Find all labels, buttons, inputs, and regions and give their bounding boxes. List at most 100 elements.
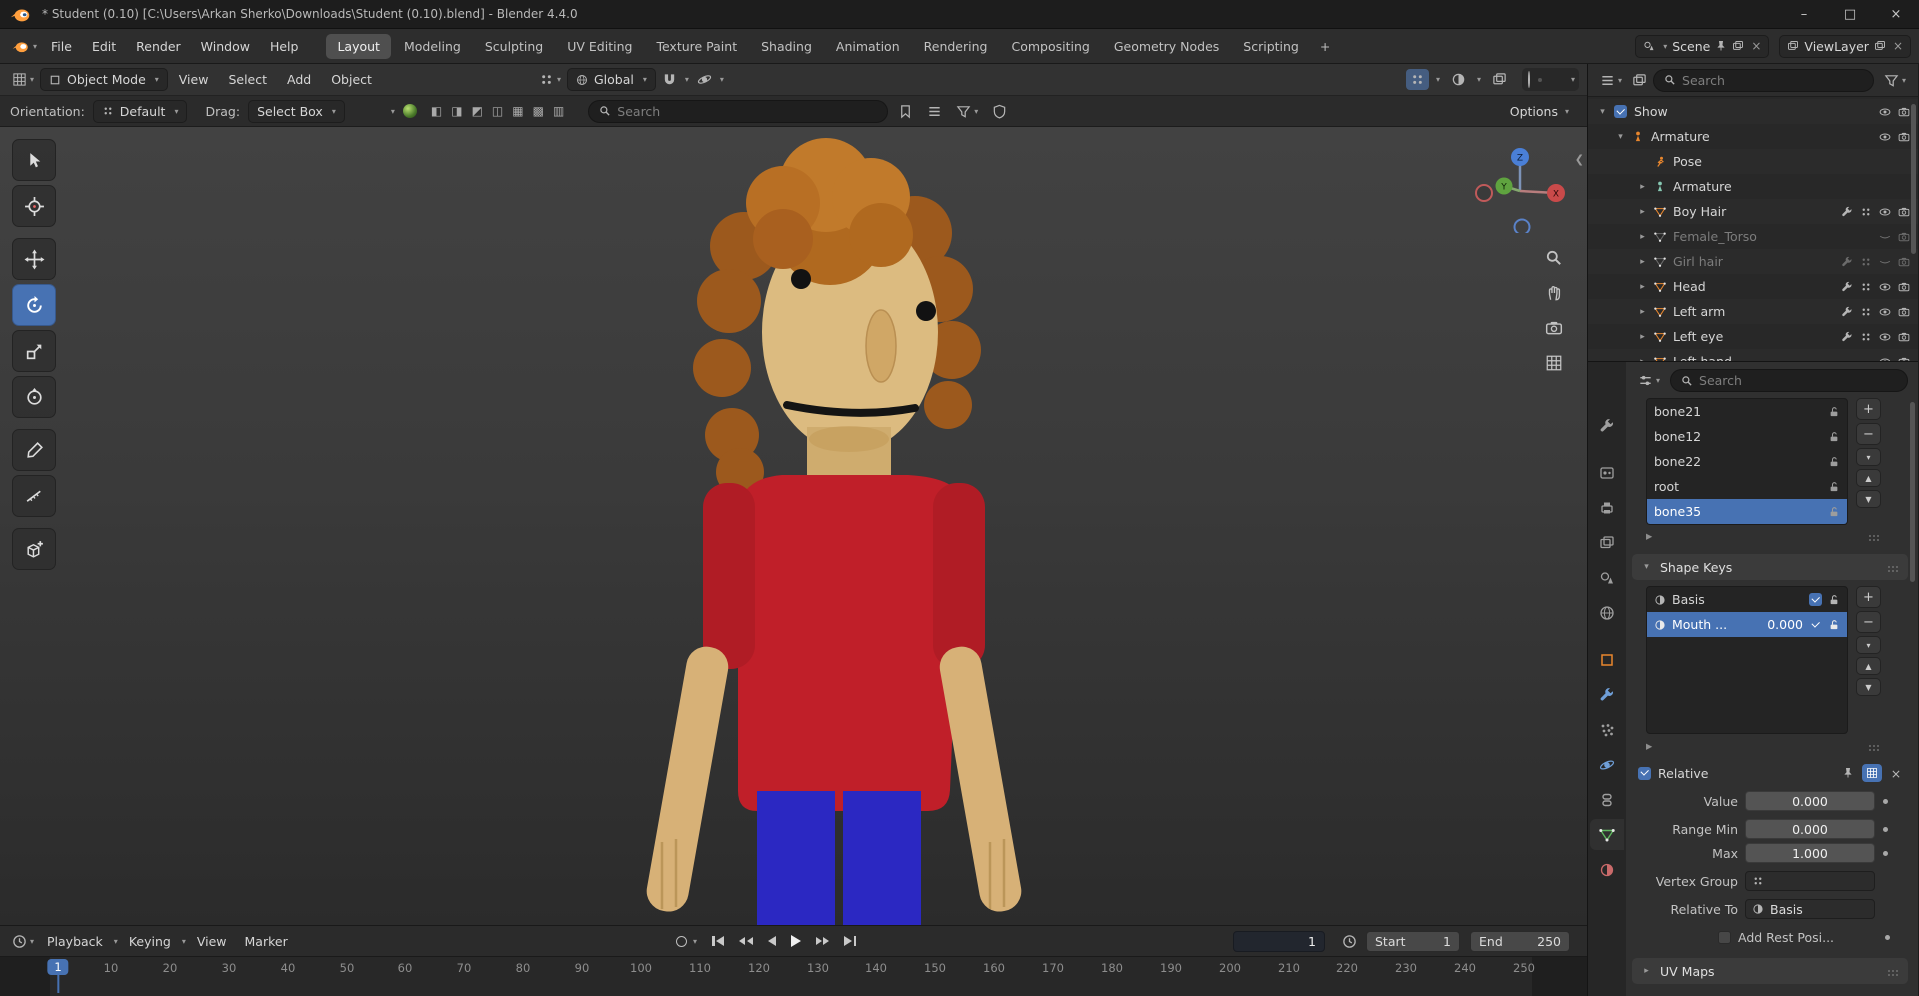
eye-icon[interactable] [1879, 281, 1891, 293]
outliner-row-show[interactable]: ▾ Show [1588, 99, 1918, 124]
vertex-group-field[interactable] [1745, 871, 1875, 891]
pan-hand-icon[interactable] [1545, 284, 1563, 302]
outliner-row-pose[interactable]: Pose [1588, 149, 1918, 174]
vertex-group-row[interactable]: bone21 [1647, 399, 1847, 424]
prev-keyframe-button[interactable] [739, 937, 753, 945]
shape-keys-panel-header[interactable]: ▾ Shape Keys [1632, 554, 1908, 580]
auto-keyframe-toggle[interactable]: ▾ [676, 936, 697, 947]
shape-key-mute-checkbox[interactable] [1809, 593, 1822, 606]
outliner-row-head[interactable]: ▸ Head [1588, 274, 1918, 299]
shapekey-edit-mode-button[interactable] [1862, 764, 1882, 782]
show-only-shapekeys-button[interactable] [1838, 764, 1858, 782]
item-label[interactable]: Female_Torso [1673, 229, 1757, 244]
play-button[interactable] [791, 935, 801, 947]
vertex-group-row[interactable]: bone12 [1647, 424, 1847, 449]
tab-view-layer[interactable] [1590, 527, 1624, 558]
camera-icon[interactable] [1898, 206, 1910, 218]
properties-editor-button[interactable]: ▾ [1634, 370, 1664, 391]
lock-icon[interactable] [1828, 481, 1840, 493]
relative-checkbox[interactable] [1638, 767, 1651, 780]
character-model[interactable] [0, 127, 1587, 925]
search-input[interactable] [617, 104, 877, 119]
next-keyframe-button[interactable] [816, 937, 830, 945]
expand-icon[interactable]: ▸ [1636, 307, 1649, 317]
menu-marker[interactable]: Marker [236, 930, 297, 953]
properties-search-input[interactable] [1699, 373, 1897, 388]
max-field[interactable]: 1.000 [1745, 843, 1875, 863]
outliner-row-armature-data[interactable]: ▸ Armature [1588, 174, 1918, 199]
proportional-options-chevron[interactable]: ▾ [720, 75, 724, 84]
relative-to-field[interactable]: Basis [1745, 899, 1875, 919]
expand-icon[interactable]: ▸ [1636, 357, 1649, 362]
shape-key-row[interactable]: Basis [1647, 587, 1847, 612]
tab-render[interactable] [1590, 457, 1624, 488]
jump-to-start-button[interactable] [712, 936, 724, 946]
tool-rotate[interactable] [12, 284, 56, 326]
menu-select[interactable]: Select [219, 68, 276, 91]
mesh-data-icon[interactable] [1860, 331, 1872, 343]
select-mode-icon[interactable]: ▦ [512, 104, 523, 118]
shape-key-name[interactable]: Mouth ... [1672, 617, 1727, 632]
xray-toggle-button[interactable] [1488, 69, 1511, 90]
remove-viewlayer-icon[interactable]: × [1893, 39, 1903, 53]
sidebar-collapse-chevron[interactable]: ❮ [1575, 153, 1584, 166]
vg-name[interactable]: bone12 [1654, 429, 1701, 444]
lock-icon[interactable] [1828, 406, 1840, 418]
vertex-group-row[interactable]: bone22 [1647, 449, 1847, 474]
tab-texture-paint[interactable]: Texture Paint [645, 34, 748, 59]
tool-add-cube[interactable] [12, 528, 56, 570]
uv-maps-panel-header[interactable]: ▸ UV Maps [1632, 958, 1908, 984]
resize-grip[interactable] [1869, 535, 1871, 537]
range-min-field[interactable]: 0.000 [1745, 819, 1875, 839]
mesh-data-icon[interactable] [1860, 256, 1872, 268]
navigation-gizmo[interactable]: Y X Z [1474, 141, 1566, 233]
eye-icon[interactable] [1879, 331, 1891, 343]
shield-button[interactable] [988, 101, 1011, 122]
filter-button[interactable]: ▾ [952, 101, 982, 122]
add-rest-checkbox[interactable] [1718, 931, 1731, 944]
close-button[interactable]: × [1873, 0, 1919, 28]
timeline-ruler[interactable]: 1 10 20 30 40 50 60 70 80 90 100 110 120… [0, 956, 1587, 996]
tab-modifiers[interactable] [1590, 679, 1624, 710]
item-label[interactable]: Armature [1651, 129, 1710, 144]
tab-world[interactable] [1590, 597, 1624, 628]
bookmark-button[interactable] [894, 101, 917, 122]
menu-playback[interactable]: Playback [38, 930, 112, 953]
item-label[interactable]: Boy Hair [1673, 204, 1726, 219]
menu-help[interactable]: Help [260, 35, 309, 58]
lock-icon[interactable] [1828, 594, 1840, 606]
drag-mode-dropdown[interactable]: Select Box ▾ [248, 100, 345, 123]
select-mode-icon[interactable]: ◧ [431, 104, 442, 118]
tab-modeling[interactable]: Modeling [393, 34, 472, 59]
current-frame-field[interactable]: 1 [1233, 931, 1325, 952]
expand-icon[interactable]: ▾ [1614, 132, 1627, 142]
menu-object[interactable]: Object [322, 68, 381, 91]
snap-toggle-button[interactable] [658, 69, 681, 90]
camera-view-icon[interactable] [1545, 319, 1563, 337]
collapse-chevron[interactable]: ▾ [391, 107, 395, 116]
tab-scene[interactable] [1590, 562, 1624, 593]
lock-icon[interactable] [1828, 431, 1840, 443]
menu-edit[interactable]: Edit [82, 35, 126, 58]
tab-sculpting[interactable]: Sculpting [474, 34, 554, 59]
item-label[interactable]: Left eye [1673, 329, 1723, 344]
tool-annotate[interactable] [12, 429, 56, 471]
axis-neg-x[interactable] [1476, 185, 1492, 201]
tab-object-data[interactable] [1590, 819, 1624, 850]
camera-icon[interactable] [1898, 356, 1910, 362]
panel-grip[interactable] [1888, 970, 1890, 972]
jump-to-end-button[interactable] [844, 936, 856, 946]
camera-icon[interactable] [1898, 231, 1910, 243]
move-down-button[interactable]: ▼ [1856, 678, 1881, 696]
shape-key-specials-button[interactable]: ▾ [1856, 636, 1881, 654]
animate-dot[interactable] [1883, 827, 1888, 832]
item-label[interactable]: Pose [1673, 154, 1702, 169]
tab-animation[interactable]: Animation [825, 34, 911, 59]
add-workspace-button[interactable]: + [1312, 35, 1338, 58]
mesh-data-icon[interactable] [1860, 206, 1872, 218]
blender-menu-button[interactable]: ▾ [8, 37, 41, 56]
vertex-group-row-active[interactable]: bone35 [1647, 499, 1847, 524]
tool-move[interactable] [12, 238, 56, 280]
list-button[interactable] [923, 101, 946, 122]
outliner-row-left-eye[interactable]: ▸ Left eye [1588, 324, 1918, 349]
